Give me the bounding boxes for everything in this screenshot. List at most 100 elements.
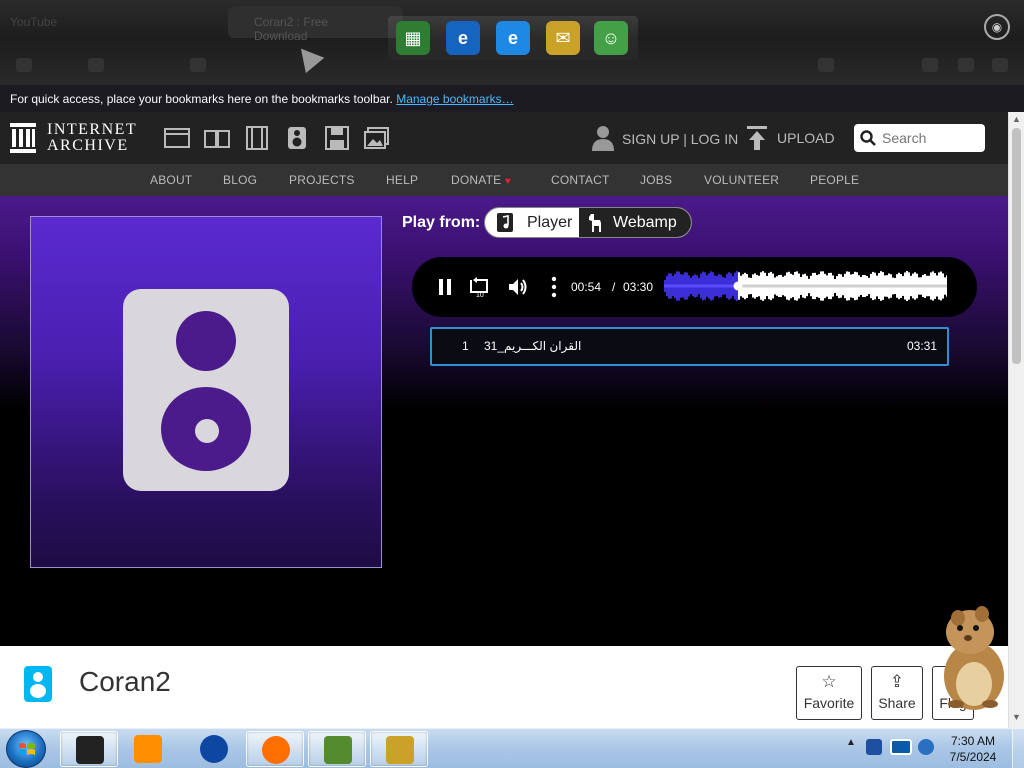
clock-date: 7/5/2024 (949, 750, 997, 764)
mail-icon[interactable]: ✉ (546, 21, 580, 55)
share-button[interactable]: ⇪ Share (871, 666, 923, 720)
manage-bookmarks-link[interactable]: Manage bookmarks… (396, 92, 513, 106)
images-icon[interactable] (364, 126, 390, 150)
audio-speaker-icon[interactable] (284, 126, 310, 150)
internet-explorer-icon[interactable]: e (496, 21, 530, 55)
video-film-icon[interactable] (244, 126, 270, 150)
desktop-dock: ▦ e e ✉ ☺ (388, 16, 638, 60)
menu-button[interactable] (992, 58, 1008, 72)
ie-update-icon[interactable]: e (446, 21, 480, 55)
texts-book-icon[interactable] (204, 126, 230, 150)
upload-icon[interactable] (747, 126, 767, 150)
web-icon[interactable] (164, 126, 190, 150)
bookmark-star-button[interactable] (818, 58, 834, 72)
reload-button[interactable] (190, 58, 206, 72)
profile-icon[interactable]: ◉ (984, 14, 1010, 40)
favorite-label: Favorite (803, 695, 855, 711)
scroll-down-icon[interactable]: ▼ (1012, 712, 1021, 722)
tray-volume-icon[interactable] (918, 739, 934, 755)
track-title: القران الكـــريم_31 (484, 339, 582, 353)
windows-taskbar: ▲ 7:30 AM 7/5/2024 (0, 728, 1024, 768)
upload-link[interactable]: UPLOAD (777, 130, 835, 146)
nav-projects[interactable]: PROJECTS (289, 173, 355, 187)
log-in-link[interactable]: LOG IN (691, 131, 738, 147)
extensions-button[interactable] (958, 58, 974, 72)
player-option[interactable]: Player (485, 208, 579, 237)
taskbar-app-firefox[interactable] (246, 731, 304, 767)
play-from-toggle: Player Webamp (484, 207, 692, 238)
taskbar-app-media-player-icon (134, 735, 162, 763)
play-from-label: Play from: (402, 214, 481, 231)
nav-donate[interactable]: DONATE ♥ (451, 173, 511, 187)
user-icon[interactable] (592, 125, 614, 151)
page-scrollbar[interactable]: ▲ ▼ (1008, 112, 1024, 728)
taskbar-app-desktop[interactable] (60, 731, 118, 767)
nav-help[interactable]: HELP (386, 173, 418, 187)
taskbar-app-mail-icon (386, 736, 414, 764)
theater-area: Play from: Player Webamp 10 00:54 / 03:3… (0, 196, 1008, 646)
item-title: Coran2 (79, 666, 171, 697)
audio-player-controls: 10 00:54 / 03:30 (412, 257, 977, 317)
tray-expand-arrow[interactable]: ▲ (846, 737, 856, 748)
scrollbar-thumb[interactable] (1012, 128, 1021, 364)
nav-contact[interactable]: CONTACT (551, 173, 610, 187)
waveform-seek-bar[interactable] (664, 269, 947, 303)
taskbar-app-desktop-icon (76, 736, 104, 764)
browser-toolbar: YouTube Coran2 : Free Download ▦ e e ✉ ☺… (0, 0, 1024, 85)
archive-building-icon (10, 123, 36, 153)
clock-time: 7:30 AM (950, 734, 996, 748)
start-button[interactable] (6, 730, 46, 768)
hamster-desktop-pet[interactable] (938, 604, 1008, 710)
playlist: 1 القران الكـــريم_31 03:31 (430, 327, 949, 366)
search-icon[interactable] (860, 130, 876, 146)
3d-cube-app-icon[interactable]: ▦ (396, 21, 430, 55)
browser-tab-youtube[interactable]: YouTube (0, 8, 215, 36)
time-separator: / (612, 280, 616, 294)
star-icon: ☆ (821, 672, 837, 691)
logo-line-internet: INTERNET (47, 121, 138, 138)
forward-button[interactable] (88, 58, 104, 72)
volume-icon[interactable] (507, 276, 529, 298)
seek-handle[interactable] (733, 281, 743, 291)
search-box (854, 124, 985, 152)
ia-logo[interactable]: INTERNET ARCHIVE (10, 122, 145, 156)
software-floppy-icon[interactable] (324, 126, 350, 150)
audio-cover-art (30, 216, 382, 568)
taskbar-app-box-game[interactable] (308, 731, 366, 767)
player-note-icon (497, 213, 513, 232)
messenger-icon[interactable]: ☺ (594, 21, 628, 55)
taskbar-clock[interactable]: 7:30 AM 7/5/2024 (942, 733, 1004, 765)
tray-network-icon[interactable] (866, 739, 882, 755)
scroll-up-icon[interactable]: ▲ (1012, 114, 1021, 124)
webamp-option[interactable]: Webamp (579, 208, 691, 237)
seek-progress (664, 284, 738, 288)
rewind-10-icon[interactable]: 10 (468, 276, 490, 298)
logo-line-archive: ARCHIVE (47, 137, 129, 154)
svg-text:10: 10 (476, 292, 484, 298)
windows-logo-icon (19, 743, 35, 755)
track-number: 1 (462, 339, 469, 353)
more-options-icon[interactable] (543, 276, 565, 298)
taskbar-app-globe[interactable] (185, 731, 243, 767)
taskbar-app-media-player[interactable] (119, 731, 177, 767)
favorite-button[interactable]: ☆ Favorite (796, 666, 862, 720)
nav-volunteer[interactable]: VOLUNTEER (704, 173, 779, 187)
taskbar-app-globe-icon (200, 735, 228, 763)
show-desktop-button[interactable] (1012, 729, 1024, 768)
taskbar-app-mail[interactable] (370, 731, 428, 767)
bookmarks-toolbar: For quick access, place your bookmarks h… (0, 85, 1024, 112)
share-icon: ⇪ (889, 672, 905, 691)
webamp-option-label: Webamp (613, 214, 677, 231)
back-button[interactable] (16, 58, 32, 72)
search-input[interactable] (882, 128, 980, 148)
sign-up-link[interactable]: SIGN UP (622, 131, 679, 147)
nav-people[interactable]: PEOPLE (810, 173, 859, 187)
nav-jobs[interactable]: JOBS (640, 173, 672, 187)
pause-icon[interactable] (434, 276, 456, 298)
nav-about[interactable]: ABOUT (150, 173, 192, 187)
nav-blog[interactable]: BLOG (223, 173, 257, 187)
browser-tab-active[interactable]: Coran2 : Free Download (228, 6, 403, 43)
pocket-button[interactable] (922, 58, 938, 72)
tray-display-icon[interactable] (890, 739, 912, 755)
current-time: 00:54 (571, 280, 602, 294)
